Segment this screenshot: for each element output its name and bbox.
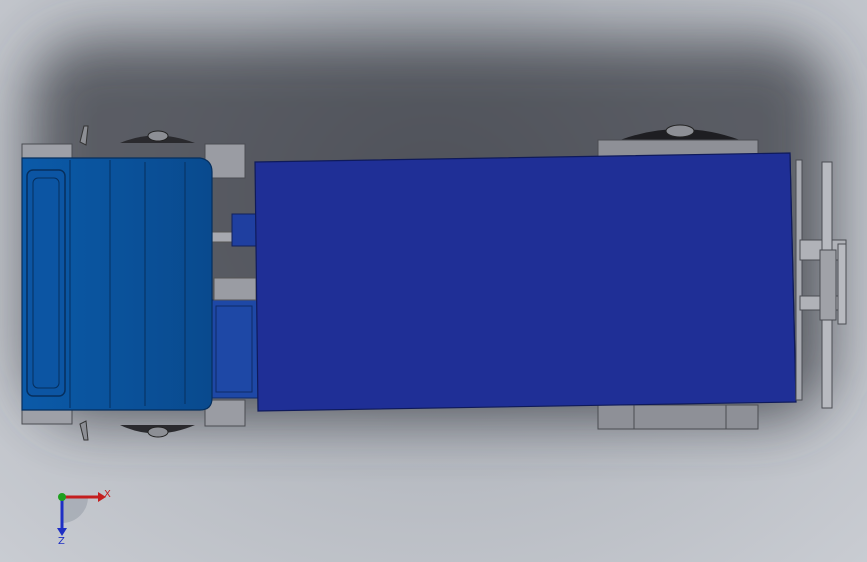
drive-shaft-block (231, 213, 257, 247)
cargo-box[interactable] (254, 152, 797, 412)
cargo-box-roof (254, 152, 797, 412)
z-axis-label: Z (58, 536, 65, 547)
cad-graphics-viewport[interactable]: X Z (0, 0, 867, 562)
rear-hub-top (665, 124, 695, 138)
truck-model-top-view[interactable]: X Z (0, 0, 867, 562)
y-axis-dot (58, 493, 66, 501)
front-hub-bottom (147, 426, 169, 438)
coordinate-triad: X Z (57, 489, 111, 547)
cab[interactable] (21, 125, 213, 441)
chassis[interactable] (209, 213, 259, 399)
mirror-bottom (79, 420, 89, 441)
x-axis-label: X (104, 489, 111, 500)
front-hub-top (147, 130, 169, 142)
rear-fender-bottom (597, 404, 759, 430)
battery-box (211, 299, 259, 399)
